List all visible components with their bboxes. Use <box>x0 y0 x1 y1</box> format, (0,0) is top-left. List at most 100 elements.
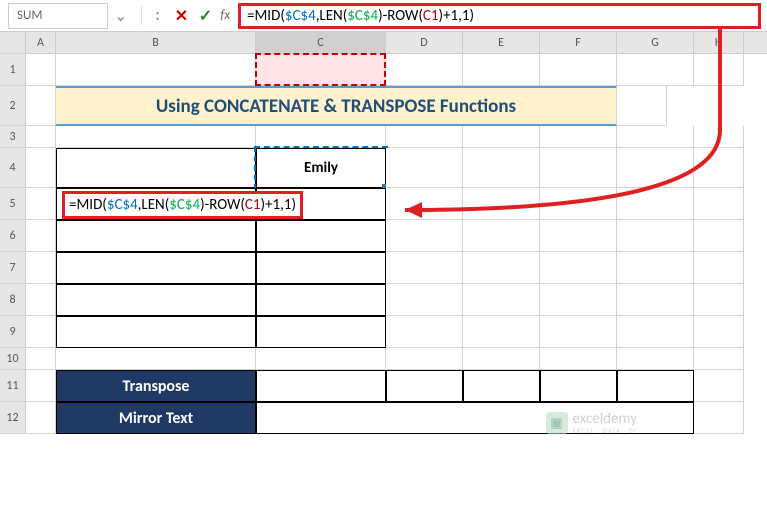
cell[interactable] <box>386 220 463 252</box>
row-header-5[interactable]: 5 <box>0 188 26 220</box>
col-header-E[interactable]: E <box>463 32 540 53</box>
cell[interactable] <box>26 348 56 370</box>
cell[interactable] <box>386 126 463 148</box>
row-header-6[interactable]: 6 <box>0 220 26 252</box>
cell[interactable] <box>56 316 256 348</box>
cell[interactable] <box>540 220 617 252</box>
cell[interactable] <box>617 284 694 316</box>
cell[interactable] <box>56 284 256 316</box>
cell-C1[interactable] <box>256 54 386 86</box>
cell[interactable] <box>56 348 256 370</box>
cell[interactable] <box>694 188 744 220</box>
cell[interactable] <box>617 126 694 148</box>
row-header-7[interactable]: 7 <box>0 252 26 284</box>
col-header-C[interactable]: C <box>256 32 386 53</box>
cell[interactable] <box>463 316 540 348</box>
cell[interactable] <box>26 188 56 220</box>
row-header-11[interactable]: 11 <box>0 370 26 402</box>
row-header-9[interactable]: 9 <box>0 316 26 348</box>
cell[interactable] <box>56 126 256 148</box>
cell[interactable] <box>386 284 463 316</box>
cell[interactable] <box>540 148 617 188</box>
cell[interactable] <box>386 370 463 402</box>
row-header-4[interactable]: 4 <box>0 148 26 188</box>
formula-input[interactable]: =MID($C$4,LEN($C$4)-ROW(C1)+1,1) <box>238 3 761 29</box>
cell[interactable] <box>26 252 56 284</box>
cell[interactable] <box>26 54 56 86</box>
cell[interactable] <box>56 252 256 284</box>
cancel-icon[interactable]: ✕ <box>172 7 190 25</box>
row-header-8[interactable]: 8 <box>0 284 26 316</box>
col-header-G[interactable]: G <box>617 32 694 53</box>
cell[interactable] <box>617 370 694 402</box>
cell[interactable] <box>617 188 694 220</box>
cell[interactable] <box>463 126 540 148</box>
cell[interactable] <box>540 188 617 220</box>
cell[interactable] <box>386 54 463 86</box>
cell[interactable] <box>617 316 694 348</box>
cell[interactable] <box>540 348 617 370</box>
fx-icon[interactable]: fx <box>220 8 230 23</box>
confirm-icon[interactable]: ✓ <box>196 7 214 25</box>
cell[interactable] <box>26 284 56 316</box>
col-header-A[interactable]: A <box>26 32 56 53</box>
cell[interactable] <box>463 188 540 220</box>
cell[interactable] <box>694 126 744 148</box>
transpose-label[interactable]: Transpose <box>56 370 256 402</box>
cell[interactable] <box>256 126 386 148</box>
cell[interactable] <box>617 252 694 284</box>
cell[interactable] <box>540 252 617 284</box>
cell[interactable] <box>540 284 617 316</box>
cell[interactable] <box>26 148 56 188</box>
cell[interactable] <box>463 148 540 188</box>
row-header-1[interactable]: 1 <box>0 54 26 86</box>
cell[interactable] <box>256 284 386 316</box>
cell[interactable] <box>386 188 463 220</box>
cell[interactable] <box>26 220 56 252</box>
cell[interactable] <box>617 348 694 370</box>
cell[interactable] <box>463 370 540 402</box>
col-header-F[interactable]: F <box>540 32 617 53</box>
cell[interactable] <box>386 348 463 370</box>
cell[interactable] <box>617 148 694 188</box>
cell[interactable] <box>540 316 617 348</box>
cell[interactable] <box>694 402 744 434</box>
cell[interactable] <box>694 54 744 86</box>
name-header-cell[interactable]: Name <box>56 148 256 188</box>
col-header-B[interactable]: B <box>56 32 256 53</box>
cell[interactable] <box>694 370 744 402</box>
select-all-corner[interactable] <box>0 32 26 54</box>
cell[interactable] <box>26 86 56 126</box>
cell[interactable] <box>256 252 386 284</box>
cell[interactable] <box>463 220 540 252</box>
row-header-3[interactable]: 3 <box>0 126 26 148</box>
row-header-2[interactable]: 2 <box>0 86 26 126</box>
cell[interactable] <box>694 284 744 316</box>
cell[interactable] <box>463 284 540 316</box>
col-header-H[interactable]: H <box>694 32 744 53</box>
emily-cell[interactable]: Emily <box>256 148 386 188</box>
cell[interactable] <box>694 348 744 370</box>
cell[interactable] <box>26 402 56 434</box>
cell[interactable] <box>256 348 386 370</box>
cell[interactable] <box>694 316 744 348</box>
cell[interactable] <box>256 370 386 402</box>
cell[interactable] <box>386 252 463 284</box>
cell[interactable] <box>617 86 667 126</box>
cell[interactable] <box>56 54 256 86</box>
name-box[interactable]: SUM <box>8 3 108 29</box>
cell[interactable] <box>463 348 540 370</box>
cell[interactable] <box>26 316 56 348</box>
cell[interactable] <box>540 370 617 402</box>
cell[interactable] <box>540 54 617 86</box>
cell[interactable] <box>256 316 386 348</box>
cell[interactable] <box>463 54 540 86</box>
cell[interactable] <box>694 220 744 252</box>
cell[interactable] <box>386 148 463 188</box>
col-header-D[interactable]: D <box>386 32 463 53</box>
cell[interactable] <box>56 220 256 252</box>
cell[interactable] <box>694 252 744 284</box>
cell[interactable] <box>463 252 540 284</box>
row-header-12[interactable]: 12 <box>0 402 26 434</box>
cell[interactable] <box>386 316 463 348</box>
